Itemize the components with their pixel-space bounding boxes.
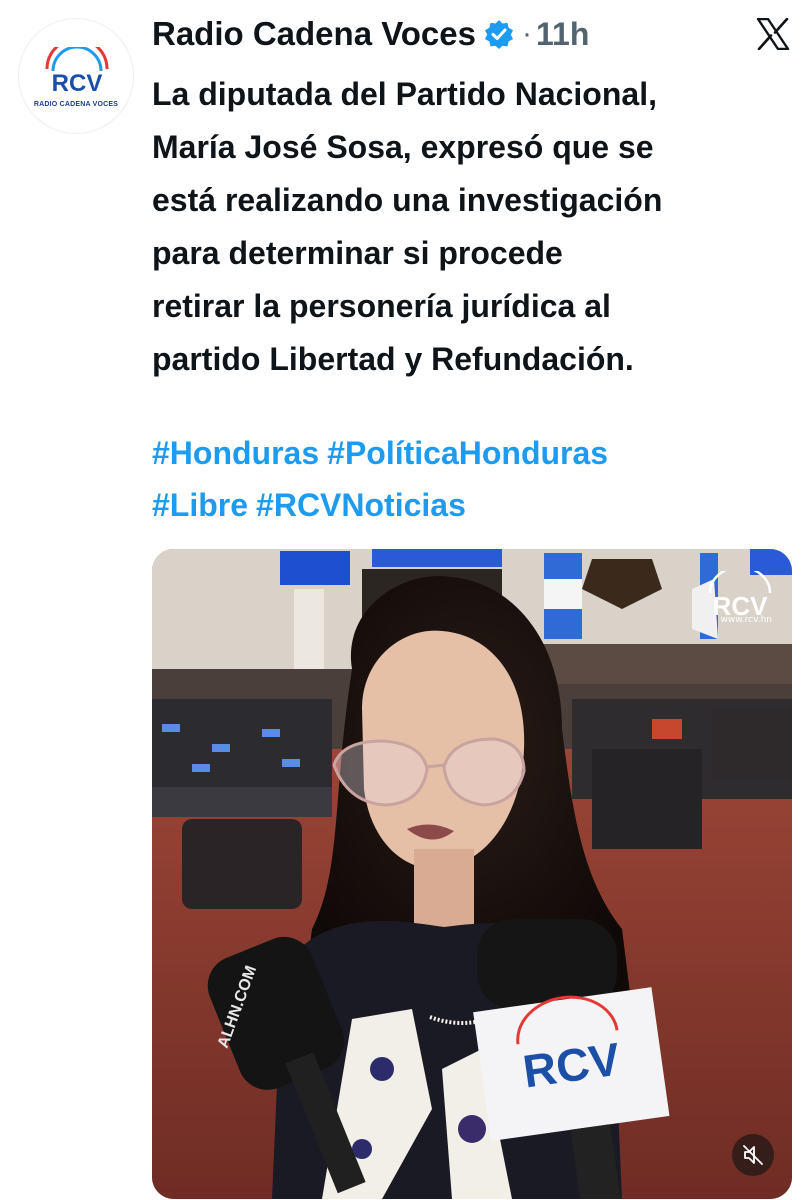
hashtag-link[interactable]: #Libre	[152, 487, 248, 523]
verified-badge-icon	[485, 20, 513, 49]
hashtag-link[interactable]: #RCVNoticias	[256, 487, 466, 523]
hashtag-list: #Honduras #PolíticaHonduras #Libre #RCVNot…	[152, 427, 802, 531]
video-frame: ALHN.COM RCV	[152, 549, 792, 1199]
hashtag-link[interactable]: #Honduras	[152, 435, 319, 471]
post-text: La diputada del Partido Nacional, María …	[152, 76, 663, 377]
post-header: Radio Cadena Voces · 11h	[152, 12, 589, 56]
avatar-logo-text: RCV	[52, 70, 103, 97]
post-video[interactable]: ALHN.COM RCV RCV www.rcv.hn	[152, 549, 792, 1199]
mute-button[interactable]	[732, 1134, 774, 1176]
post-time[interactable]: 11h	[536, 16, 589, 53]
hashtag-link[interactable]: #PolíticaHonduras	[327, 435, 608, 471]
avatar-caption: RADIO CADENA VOCES	[33, 101, 119, 108]
rcv-logo: RCV	[45, 47, 109, 97]
watermark-url: www.rcv.hn	[720, 615, 772, 625]
account-avatar[interactable]: RCV RADIO CADENA VOCES	[18, 18, 134, 134]
author-name[interactable]: Radio Cadena Voces	[152, 15, 476, 53]
separator-dot: ·	[522, 17, 532, 50]
x-logo-icon[interactable]	[756, 18, 790, 50]
speaker-muted-icon	[743, 1145, 763, 1165]
